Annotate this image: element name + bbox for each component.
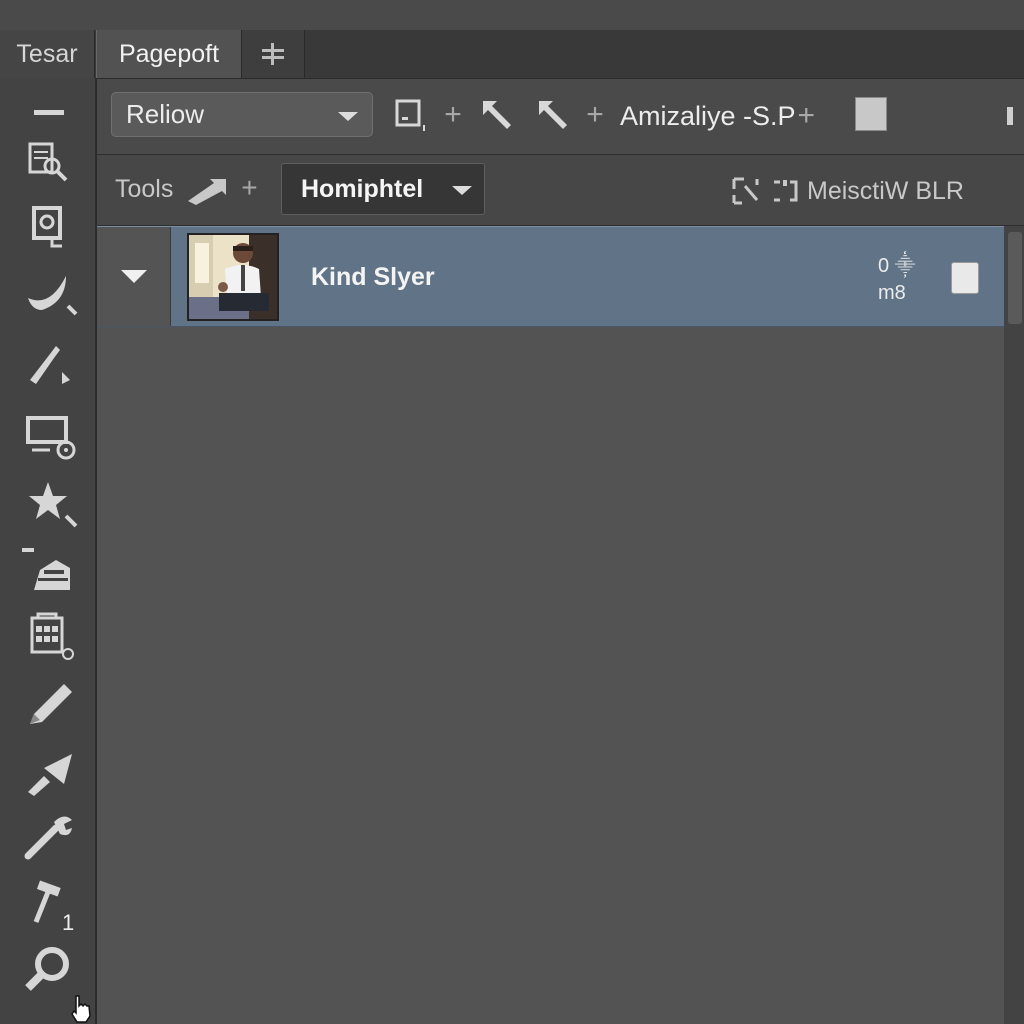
eyedropper-icon[interactable] xyxy=(18,746,82,798)
layer-meta-line-2: m8 xyxy=(878,282,906,304)
tools-label: Tools xyxy=(115,175,174,203)
layers-panel-body xyxy=(97,226,1004,1024)
panel-header: Tools + Homiphtel MeisctiW BLR xyxy=(97,155,1024,226)
tools-section: Tools + xyxy=(115,172,258,206)
chevron-down-icon xyxy=(338,112,358,121)
layer-name: Kind Slyer xyxy=(311,263,435,291)
color-swatch[interactable] xyxy=(855,97,887,131)
frame-icon[interactable] xyxy=(771,176,799,206)
tool-label-text: Amizaliye -S.P xyxy=(620,100,796,131)
add-tab-icon xyxy=(262,43,284,65)
layer-row[interactable]: Kind Slyer 0 ⸎ m8 xyxy=(97,226,1004,327)
tool-badge: 1 xyxy=(62,910,75,935)
panel-header-right: MeisctiW BLR xyxy=(731,171,964,211)
crescent-brush-icon[interactable] xyxy=(18,268,82,320)
add-icon[interactable]: + xyxy=(441,93,465,137)
toolbox: 1 xyxy=(0,78,97,1024)
transform-icon[interactable] xyxy=(731,176,763,206)
magnifier-icon[interactable] xyxy=(18,944,82,996)
preset-dropdown[interactable]: Reliow xyxy=(111,92,373,137)
move-arrow-icon[interactable] xyxy=(184,175,230,206)
tab-pagepoft[interactable]: Pagepoft xyxy=(96,30,242,78)
arrow-pointer-icon[interactable] xyxy=(475,93,519,137)
layer-thumbnail xyxy=(187,233,279,321)
mode-info-label: MeisctiW BLR xyxy=(807,176,964,205)
title-strip xyxy=(0,0,1024,31)
hand-cursor-icon xyxy=(71,995,91,1023)
calendar-grid-icon[interactable] xyxy=(18,612,82,664)
triangle-down-icon xyxy=(120,270,147,283)
add-tab-button[interactable] xyxy=(242,30,305,78)
chevron-down-icon-2 xyxy=(452,186,472,195)
tab-tesar[interactable]: Tesar xyxy=(0,30,95,78)
crop-frame-icon[interactable] xyxy=(18,202,82,254)
zoom-document-icon[interactable] xyxy=(18,136,82,188)
scrollbar-thumb[interactable] xyxy=(1008,232,1022,324)
rectangle-select-icon[interactable] xyxy=(393,93,429,137)
layer-meta-line-1: 0 ⸎ xyxy=(878,255,916,277)
direct-select-icon[interactable] xyxy=(531,93,575,137)
expand-layer-button[interactable] xyxy=(97,227,171,326)
layer-visibility-checkbox[interactable] xyxy=(951,262,979,294)
preset-dropdown-value: Reliow xyxy=(126,99,205,129)
tab-bar: Tesar Pagepoft xyxy=(0,30,1024,79)
mode-dropdown[interactable]: Homiphtel xyxy=(281,163,485,215)
wrench-icon[interactable] xyxy=(18,812,82,864)
pencil-icon[interactable] xyxy=(18,678,82,730)
minus-icon[interactable] xyxy=(18,86,82,138)
add-icon-3[interactable]: + xyxy=(798,99,816,133)
pen-pointer-icon[interactable] xyxy=(18,340,82,392)
screen-target-icon[interactable] xyxy=(18,412,82,464)
star-wand-icon[interactable] xyxy=(18,478,82,530)
add-icon-2[interactable]: + xyxy=(583,93,607,137)
tool-label: Amizaliye -S.P + xyxy=(620,94,815,138)
scrollbar-track[interactable] xyxy=(1004,226,1024,1024)
photo-thumbnail-image xyxy=(189,235,277,319)
mode-dropdown-value: Homiphtel xyxy=(301,174,424,203)
panel-edge-handle[interactable] xyxy=(1007,107,1013,125)
stamp-icon[interactable] xyxy=(18,546,82,598)
layer-meta: 0 ⸎ m8 xyxy=(878,253,916,307)
add-tool-icon[interactable]: + xyxy=(241,172,257,203)
options-bar: Reliow + + Amizaliye -S.P + xyxy=(97,79,1024,155)
